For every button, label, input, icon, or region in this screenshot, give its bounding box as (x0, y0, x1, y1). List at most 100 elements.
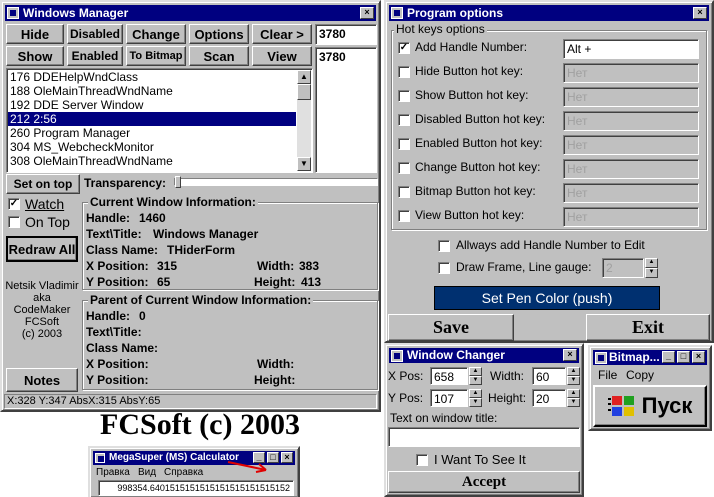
width-input[interactable]: 60 (532, 367, 566, 385)
transparency-slider[interactable] (174, 176, 378, 188)
start-button[interactable]: Пуск (593, 385, 707, 427)
hotkey-input[interactable]: Нет (563, 87, 699, 107)
hotkey-checkbox[interactable] (398, 138, 410, 150)
always-add-checkbox[interactable] (438, 240, 450, 252)
list-item[interactable]: 260 Program Manager (8, 126, 296, 140)
notes-button[interactable]: Notes (6, 368, 78, 392)
hotkey-checkbox[interactable] (398, 162, 410, 174)
height-spinner[interactable]: ▲ ▼ (567, 389, 580, 407)
want-to-see-label: I Want To See It (434, 452, 526, 467)
spin-up-icon[interactable]: ▲ (567, 367, 580, 376)
spin-down-icon[interactable]: ▼ (645, 268, 658, 278)
show-button[interactable]: Show (6, 46, 64, 66)
handle-field-2[interactable]: 3780 (315, 47, 377, 173)
list-item[interactable]: 304 MS_WebcheckMonitor (8, 140, 296, 154)
bitmap-menu-copy[interactable]: Copy (626, 368, 654, 382)
hide-button[interactable]: Hide (6, 24, 64, 44)
watch-label: Watch (25, 196, 65, 212)
change-button[interactable]: Change (126, 24, 186, 44)
hotkey-input[interactable]: Нет (563, 135, 699, 155)
hotkey-checkbox[interactable] (398, 90, 410, 102)
spin-up-icon[interactable]: ▲ (469, 389, 482, 398)
bitmap-menu-file[interactable]: File (598, 368, 617, 382)
hotkey-input[interactable]: Нет (563, 159, 699, 179)
title-text-input[interactable] (388, 427, 580, 447)
list-item[interactable]: 212 2:56 (8, 112, 296, 126)
window-list[interactable]: 176 DDEHelpWndClass 188 OleMainThreadWndN… (6, 68, 313, 173)
watch-checkbox[interactable]: ✓ (8, 198, 20, 210)
calc-menu-help[interactable]: Справка (164, 467, 203, 478)
transparency-thumb[interactable] (175, 176, 181, 188)
spin-down-icon[interactable]: ▼ (469, 376, 482, 385)
list-item[interactable]: 176 DDEHelpWndClass (8, 70, 296, 84)
hotkey-checkbox[interactable] (398, 114, 410, 126)
redraw-all-button[interactable]: Redraw All (6, 236, 78, 262)
bitmap-titlebar[interactable]: Bitmap... _ □ × (593, 350, 707, 365)
hotkey-checkbox[interactable] (398, 210, 410, 222)
close-icon[interactable]: × (692, 351, 705, 363)
options-button[interactable]: Options (189, 24, 249, 44)
line-gauge-spinner[interactable]: ▲ ▼ (645, 258, 658, 278)
windows-manager-titlebar[interactable]: Windows Manager × (5, 5, 376, 21)
draw-frame-checkbox[interactable] (438, 262, 450, 274)
to-bitmap-button[interactable]: To Bitmap (126, 46, 186, 66)
spin-up-icon[interactable]: ▲ (469, 367, 482, 376)
program-options-title: Program options (407, 6, 504, 20)
scroll-thumb[interactable] (297, 84, 311, 100)
hotkey-input[interactable]: Нет (563, 111, 699, 131)
width-spinner[interactable]: ▲ ▼ (567, 367, 580, 385)
list-item[interactable]: 308 OleMainThreadWndName (8, 154, 296, 168)
want-to-see-checkbox[interactable] (416, 454, 428, 466)
spin-up-icon[interactable]: ▲ (645, 258, 658, 268)
accept-button[interactable]: Accept (388, 471, 580, 493)
list-item[interactable]: 188 OleMainThreadWndName (8, 84, 296, 98)
enabled-button[interactable]: Enabled (67, 46, 123, 66)
current-ypos-label: Y Position: (86, 275, 149, 289)
save-button[interactable]: Save (388, 314, 514, 341)
hotkey-input[interactable]: Нет (563, 183, 699, 203)
hotkey-checkbox[interactable]: ✓ (398, 42, 410, 54)
scan-button[interactable]: Scan (189, 46, 249, 66)
close-icon[interactable]: × (360, 7, 374, 19)
minimize-icon[interactable]: _ (662, 351, 675, 363)
close-icon[interactable]: × (563, 349, 577, 361)
hotkey-input[interactable]: Alt + (563, 39, 699, 59)
spin-up-icon[interactable]: ▲ (567, 389, 580, 398)
title-text-label: Text on window title: (390, 411, 498, 425)
hotkey-checkbox[interactable] (398, 66, 410, 78)
scroll-down-icon[interactable]: ▼ (297, 157, 311, 171)
current-width-label: Width: (257, 259, 295, 273)
exit-button[interactable]: Exit (586, 314, 710, 341)
spin-down-icon[interactable]: ▼ (567, 398, 580, 407)
hotkey-input[interactable]: Нет (563, 63, 699, 83)
xpos-input[interactable]: 658 (430, 367, 468, 385)
hotkey-input[interactable]: Нет (563, 207, 699, 227)
list-item[interactable]: 192 DDE Server Window (8, 98, 296, 112)
program-options-titlebar[interactable]: Program options × (389, 5, 709, 21)
credit-line: aka (33, 292, 51, 304)
line-gauge-input[interactable]: 2 (602, 258, 644, 278)
view-button[interactable]: View (252, 46, 312, 66)
disabled-button[interactable]: Disabled (67, 24, 123, 44)
calc-menu-edit[interactable]: Правка (96, 467, 130, 478)
scroll-up-icon[interactable]: ▲ (297, 70, 311, 84)
ypos-spinner[interactable]: ▲ ▼ (469, 389, 482, 407)
xpos-spinner[interactable]: ▲ ▼ (469, 367, 482, 385)
calc-menu-view[interactable]: Вид (138, 467, 156, 478)
handle-field-1[interactable]: 3780 (315, 24, 377, 45)
maximize-icon[interactable]: □ (677, 351, 690, 363)
window-changer-titlebar[interactable]: Window Changer × (389, 348, 579, 363)
set-on-top-button[interactable]: Set on top (6, 174, 80, 194)
current-ypos-value: 65 (157, 275, 171, 289)
ypos-input[interactable]: 107 (430, 389, 468, 407)
hotkey-checkbox[interactable] (398, 186, 410, 198)
spin-down-icon[interactable]: ▼ (469, 398, 482, 407)
on-top-checkbox[interactable] (8, 216, 20, 228)
set-pen-color-button[interactable]: Set Pen Color (push) (434, 286, 660, 310)
list-scrollbar[interactable]: ▲ ▼ (297, 70, 311, 171)
hotkey-label: Show Button hot key: (415, 88, 529, 102)
close-icon[interactable]: × (693, 7, 707, 19)
spin-down-icon[interactable]: ▼ (567, 376, 580, 385)
height-input[interactable]: 20 (532, 389, 566, 407)
clear-button[interactable]: Clear > (252, 24, 312, 44)
